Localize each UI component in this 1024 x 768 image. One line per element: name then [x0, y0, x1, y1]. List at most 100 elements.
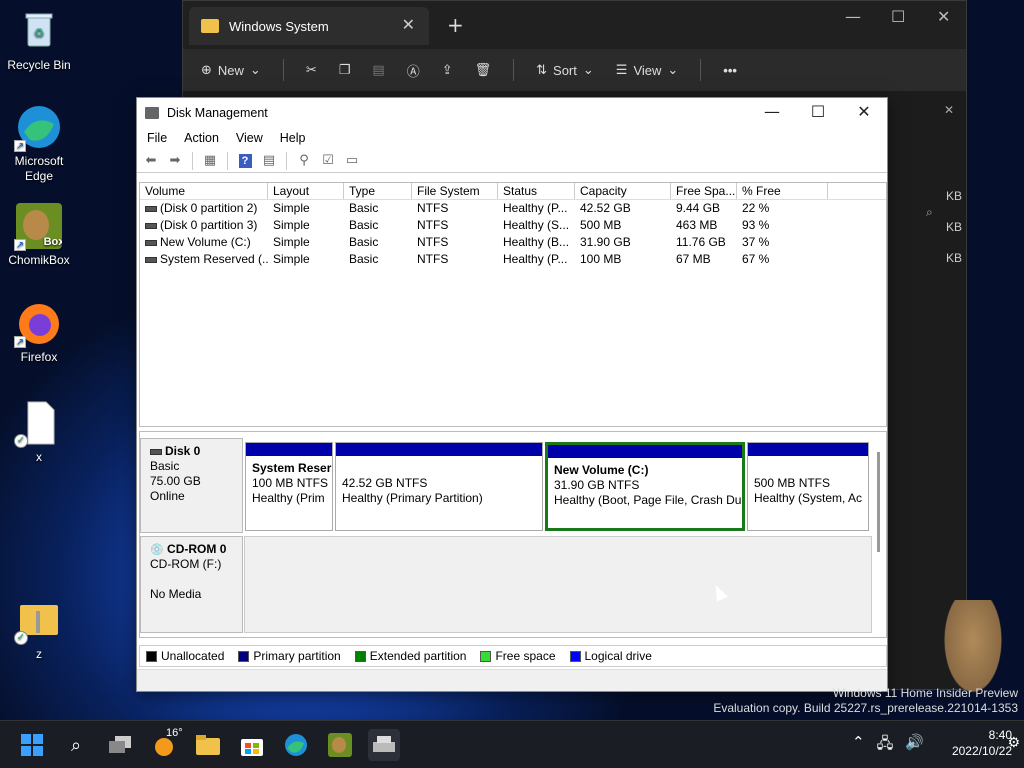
view-icon: ☰ [615, 62, 628, 78]
edge-taskbar-icon[interactable] [280, 729, 312, 761]
back-icon[interactable]: ⬅ [141, 152, 161, 170]
close-icon[interactable]: ✕ [937, 7, 950, 26]
close-icon[interactable]: ✕ [841, 102, 887, 121]
clock[interactable]: 8:40 2022/10/22 [952, 727, 1012, 759]
table-row[interactable]: (Disk 0 partition 3) Simple Basic NTFS Healt… [140, 217, 886, 234]
notification-icon[interactable]: ⚙ [1007, 735, 1020, 751]
store-icon[interactable] [236, 729, 268, 761]
column-header[interactable]: % Free [737, 183, 828, 199]
system-tray: ⌃ 🖧 🔊 [852, 733, 924, 758]
legend-swatch [569, 650, 581, 662]
minimize-icon[interactable]: — [845, 7, 861, 26]
column-header[interactable]: Layout [268, 183, 344, 199]
sort-button[interactable]: ⇅ Sort ⌄ [536, 63, 594, 78]
desktop-icon-edge[interactable]: ↗ Microsoft Edge [0, 104, 78, 184]
properties-icon[interactable]: ▤ [259, 152, 279, 170]
desktop-icon-chomikbox[interactable]: Box ↗ ChomikBox [0, 203, 78, 268]
checklist-icon[interactable]: ☑ [318, 152, 338, 170]
disk-state: Online [150, 489, 185, 503]
maximize-icon[interactable]: ☐ [891, 7, 905, 26]
menu-help[interactable]: Help [280, 131, 306, 145]
column-header[interactable]: Capacity [575, 183, 671, 199]
cdrom-row[interactable]: 💿 CD-ROM 0 CD-ROM (F:) No Media [140, 536, 872, 633]
divider [286, 151, 287, 170]
cell: 100 MB [580, 252, 622, 266]
partition-new-volume-c[interactable]: New Volume (C:) 31.90 GB NTFS Healthy (Boo… [545, 442, 745, 531]
desktop-icon-firefox[interactable]: ↗ Firefox [0, 300, 78, 365]
cut-icon[interactable]: ✂ [306, 63, 317, 78]
new-tab-icon[interactable]: + [447, 13, 464, 37]
column-header[interactable]: Status [498, 183, 575, 199]
legend-label: Unallocated [161, 649, 225, 663]
close-icon[interactable]: ✕ [944, 103, 954, 117]
connect-icon[interactable]: ⚲ [294, 152, 314, 170]
sync-check-icon: ✓ [14, 631, 28, 645]
explorer-tabbar: Windows System ✕ + — ☐ ✕ [183, 1, 966, 49]
desktop-icon-recycle-bin[interactable]: ♻ Recycle Bin [0, 8, 78, 73]
new-button[interactable]: ⊕ New ⌄ [201, 63, 261, 78]
cell: Basic [349, 218, 379, 232]
volume-icon[interactable]: 🔊 [905, 733, 924, 758]
menu-action[interactable]: Action [184, 131, 219, 145]
partition-disk0-partition3[interactable]: 500 MB NTFS Healthy (System, Ac [747, 442, 869, 531]
menu-view[interactable]: View [236, 131, 263, 145]
legend-swatch [480, 650, 492, 662]
menu-file[interactable]: File [147, 131, 167, 145]
close-tab-icon[interactable]: ✕ [402, 15, 415, 34]
toolbar: ⬅ ➡ ▦ ? ▤ ⚲ ☑ ▭ [137, 149, 887, 173]
delete-icon[interactable]: 🗑 [475, 63, 492, 78]
start-icon[interactable] [16, 729, 48, 761]
divider [513, 59, 515, 81]
settings-list-icon[interactable]: ▭ [342, 152, 362, 170]
forward-icon[interactable]: ➡ [165, 152, 185, 170]
maximize-icon[interactable]: ☐ [795, 102, 841, 121]
svg-text:Box: Box [44, 236, 62, 248]
partition-disk0-partition2[interactable]: 42.52 GB NTFS Healthy (Primary Partition) [335, 442, 543, 531]
view-button[interactable]: ☰ View ⌄ [616, 63, 679, 78]
table-row[interactable]: (Disk 0 partition 2) Simple Basic NTFS Healt… [140, 200, 886, 217]
scrollbar[interactable] [877, 452, 880, 552]
legend-item: Primary partition [238, 649, 341, 663]
sort-icon: ⇅ [536, 62, 548, 78]
rename-icon[interactable]: Ⓐ [407, 61, 420, 80]
disk-icon [150, 448, 162, 455]
minimize-icon[interactable]: — [749, 102, 795, 121]
task-view-icon[interactable] [104, 729, 136, 761]
disk-row[interactable]: Disk 0 Basic 75.00 GB Online System Rese… [140, 438, 872, 533]
title-bar[interactable]: Disk Management — ☐ ✕ [137, 98, 887, 127]
share-icon[interactable]: ⇪ [442, 63, 453, 78]
search-icon[interactable]: ⌕ [926, 205, 933, 220]
explorer-side-details: ✕ ⌕ KB KB KB [916, 97, 966, 457]
column-header[interactable]: Free Spa... [671, 183, 737, 199]
copy-icon[interactable]: ❐ [339, 63, 351, 78]
weather-icon[interactable]: 16° [148, 727, 183, 761]
network-icon[interactable]: 🖧 [877, 733, 894, 758]
table-row[interactable]: New Volume (C:) Simple Basic NTFS Healthy (B… [140, 234, 886, 251]
search-icon[interactable]: ⌕ [60, 729, 92, 761]
chevron-up-icon[interactable]: ⌃ [852, 733, 865, 758]
desktop-icon-file-x[interactable]: ✓ x [0, 400, 78, 465]
table-row[interactable]: System Reserved (... Simple Basic NTFS Healt… [140, 251, 886, 268]
column-header[interactable]: File System [412, 183, 498, 199]
disk-graphical-view[interactable]: Disk 0 Basic 75.00 GB Online System Rese… [139, 431, 887, 638]
cell: Simple [273, 235, 310, 249]
column-header[interactable]: Type [344, 183, 412, 199]
disk-management-taskbar-icon[interactable] [368, 729, 400, 761]
chomikbox-taskbar-icon[interactable] [324, 729, 356, 761]
cdrom-label[interactable]: 💿 CD-ROM 0 CD-ROM (F:) No Media [140, 536, 243, 633]
disk-management-window[interactable]: Disk Management — ☐ ✕ File Action View H… [136, 97, 888, 692]
console-tree-icon[interactable]: ▦ [200, 152, 220, 170]
file-explorer-taskbar-icon[interactable] [192, 729, 224, 761]
help-icon[interactable]: ? [235, 152, 255, 170]
disk-label[interactable]: Disk 0 Basic 75.00 GB Online [140, 438, 243, 533]
edge-icon: ↗ [14, 104, 62, 152]
partition-system-reserved[interactable]: System Reser 100 MB NTFS Healthy (Prim [245, 442, 333, 531]
more-options-icon[interactable]: ••• [723, 63, 737, 78]
explorer-tab[interactable]: Windows System ✕ [189, 7, 429, 45]
cell: Healthy (P... [503, 201, 568, 215]
desktop-icon-zip-z[interactable]: ✓ z [0, 597, 78, 662]
weather-temp: 16° [166, 727, 183, 739]
column-header[interactable]: Volume [140, 183, 268, 199]
paste-icon[interactable]: ▤ [372, 63, 384, 78]
volume-list[interactable]: Volume Layout Type File System Status Ca… [139, 182, 887, 427]
